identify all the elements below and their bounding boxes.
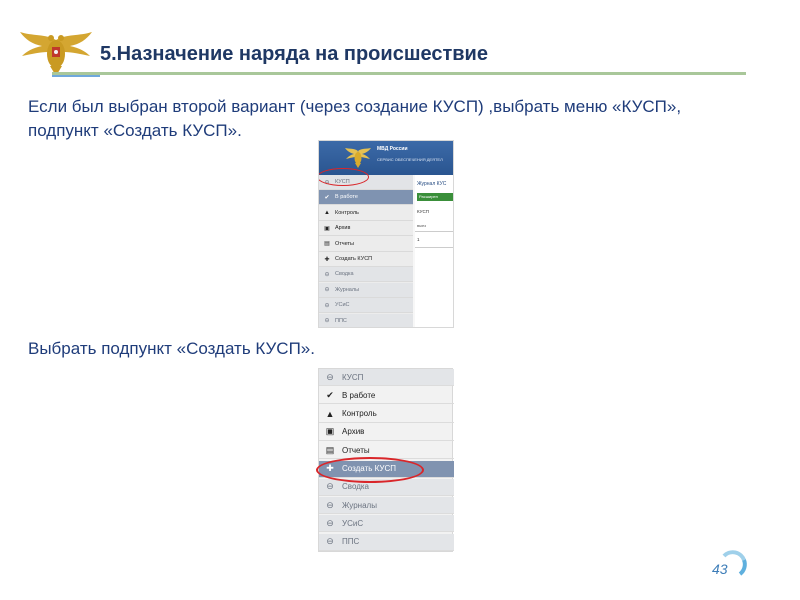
- panel-section: КУСП: [417, 209, 430, 214]
- collapse-icon: ⊖: [326, 536, 334, 547]
- sidebar-item-label: КУСП: [342, 372, 364, 382]
- sidebar-item[interactable]: ▣ Архив: [319, 424, 454, 441]
- sidebar-item-label: Сводка: [335, 271, 354, 278]
- app-brand: МВД России: [377, 146, 408, 152]
- content-panel: Журнал КУС Расширен КУСП выез 1: [415, 175, 453, 327]
- table-divider: [415, 247, 453, 248]
- sidebar-item[interactable]: ⊖ Журналы: [319, 282, 413, 298]
- report-icon: ▤: [324, 241, 330, 248]
- sidebar-item-label: Контроль: [342, 409, 377, 419]
- sidebar-item[interactable]: ✚ Создать КУСП: [319, 252, 413, 267]
- archive-icon: ▣: [324, 225, 330, 232]
- sidebar-item[interactable]: ⊖ УСиС: [319, 298, 413, 314]
- sidebar-item-label: Журналы: [335, 286, 360, 293]
- table-row[interactable]: 1: [417, 237, 420, 242]
- page-number: 43: [712, 561, 728, 577]
- sidebar-item[interactable]: ⊖ ППС: [319, 533, 454, 551]
- sidebar-item-label: УСиС: [335, 302, 350, 309]
- highlight-circle-create-kusp: [316, 457, 424, 483]
- sidebar-item-label: Отчеты: [342, 445, 370, 455]
- collapse-icon: ⊖: [324, 287, 330, 294]
- sidebar-item-label: Создать КУСП: [335, 256, 373, 262]
- sidebar-item-label: ППС: [335, 317, 347, 324]
- plus-icon: ✚: [324, 256, 330, 263]
- title-underline: [52, 72, 746, 75]
- sidebar-item-label: УСиС: [342, 518, 364, 528]
- sidebar-item-label: Архив: [335, 225, 351, 232]
- table-divider: [415, 231, 453, 232]
- sidebar-item-label: Контроль: [335, 209, 359, 216]
- emblem-icon: [345, 148, 371, 168]
- sidebar-item-label: ППС: [342, 537, 360, 547]
- collapse-icon: ⊖: [326, 499, 334, 510]
- sidebar-item[interactable]: ⊖ ППС: [319, 313, 413, 327]
- screenshot-menu-zoomed: ⊖ КУСП ✔ В работе ▲ Контроль ▣ Архив ▤ Отчеты ✚ Соз…: [316, 368, 454, 552]
- sidebar-menu: ⊖ КУСП ✔ В работе ▲ Контроль ▣ Архив ▤ Отчеты ✚ Соз…: [319, 175, 413, 327]
- sidebar-item-label: Отчеты: [335, 240, 355, 247]
- sidebar-item-label: Сводка: [342, 482, 370, 492]
- sidebar-item[interactable]: ⊖ Журналы: [319, 497, 454, 515]
- sidebar-item[interactable]: ▣ Архив: [319, 221, 413, 237]
- slide-title: 5.Назначение наряда на происшествие: [100, 43, 488, 65]
- sidebar-item-label: Архив: [342, 427, 365, 437]
- sidebar-item-label: В работе: [342, 390, 376, 400]
- emblem-logo: [20, 32, 92, 76]
- collapse-icon: ⊖: [326, 481, 334, 492]
- intro-text: Если был выбран второй вариант (через со…: [28, 97, 682, 140]
- archive-icon: ▣: [325, 426, 335, 437]
- sidebar-item-label: В работе: [335, 194, 358, 201]
- sidebar-item-label: Журналы: [342, 500, 377, 510]
- sidebar-item[interactable]: ⊖ УСиС: [319, 515, 454, 533]
- table-column-header: выез: [417, 223, 426, 228]
- sidebar-item[interactable]: ▲ Контроль: [319, 206, 413, 221]
- caption-text: Выбрать подпункт «Создать КУСП».: [28, 339, 315, 358]
- collapse-icon: ⊖: [324, 318, 330, 325]
- warning-icon: ▲: [325, 408, 335, 419]
- check-icon: ✔: [326, 389, 334, 400]
- screenshot-menu-overview: МВД России СЕРВИС ОБЕСПЕЧЕНИЯ ДЕЯТЕЛ ⊖ КУ…: [318, 140, 454, 328]
- report-icon: ▤: [325, 444, 335, 455]
- sidebar-item[interactable]: ▲ Контроль: [319, 406, 454, 423]
- sidebar-item[interactable]: ⊖ Сводка: [319, 267, 413, 283]
- expand-button[interactable]: Расширен: [417, 193, 453, 201]
- sidebar-item[interactable]: ✔ В работе: [319, 190, 413, 206]
- title-underline-accent: [52, 75, 100, 77]
- collapse-icon: ⊖: [326, 371, 334, 382]
- collapse-icon: ⊖: [324, 302, 330, 309]
- app-subtitle: СЕРВИС ОБЕСПЕЧЕНИЯ ДЕЯТЕЛ: [377, 157, 443, 162]
- collapse-icon: ⊖: [326, 517, 334, 528]
- sidebar-item[interactable]: ✔ В работе: [319, 387, 454, 405]
- sidebar-item[interactable]: ▤ Отчеты: [319, 237, 413, 252]
- warning-icon: ▲: [324, 209, 330, 216]
- collapse-icon: ⊖: [324, 271, 330, 278]
- highlight-circle-kusp: [319, 168, 369, 186]
- sidebar-item[interactable]: ⊖ КУСП: [319, 369, 454, 386]
- panel-title: Журнал КУС: [417, 181, 447, 187]
- check-icon: ✔: [324, 194, 330, 201]
